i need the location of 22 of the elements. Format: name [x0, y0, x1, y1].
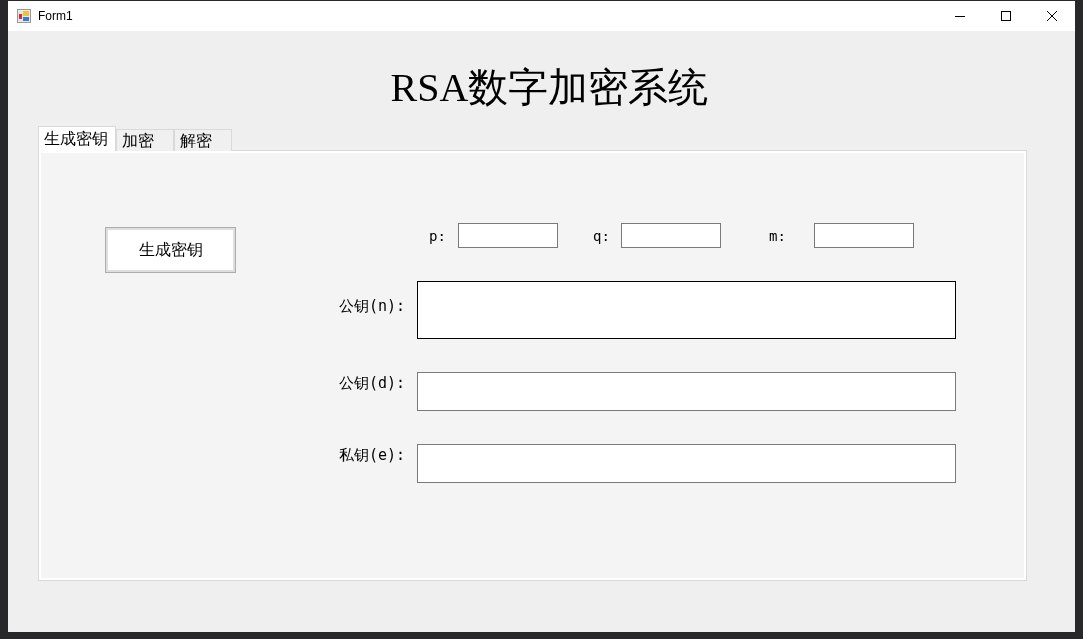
minimize-icon — [955, 15, 965, 17]
text-field[interactable] — [417, 444, 956, 483]
text-field[interactable] — [814, 223, 914, 248]
tab[interactable]: 生成密钥 — [38, 126, 116, 151]
page-heading: RSA数字加密系统 — [389, 64, 710, 112]
app-icon — [17, 9, 31, 23]
field-label: 私钥(e): — [338, 446, 405, 464]
maximize-icon — [1001, 11, 1011, 21]
field-label: q: — [593, 226, 610, 245]
tab[interactable]: 加密 — [116, 129, 174, 151]
generate-keys-button[interactable]: 生成密钥 — [105, 227, 236, 273]
text-field[interactable] — [417, 372, 956, 411]
field-label: 公钥(n): — [338, 297, 405, 315]
close-icon — [1047, 11, 1057, 21]
text-field[interactable] — [458, 223, 558, 248]
field-label: 公钥(d): — [338, 374, 405, 392]
field-label: m: — [769, 226, 786, 245]
field-label: p: — [429, 226, 446, 245]
text-field[interactable] — [621, 223, 721, 248]
tab[interactable]: 解密 — [174, 129, 232, 151]
text-area[interactable] — [417, 281, 956, 339]
window-title: Form1 — [38, 9, 74, 23]
